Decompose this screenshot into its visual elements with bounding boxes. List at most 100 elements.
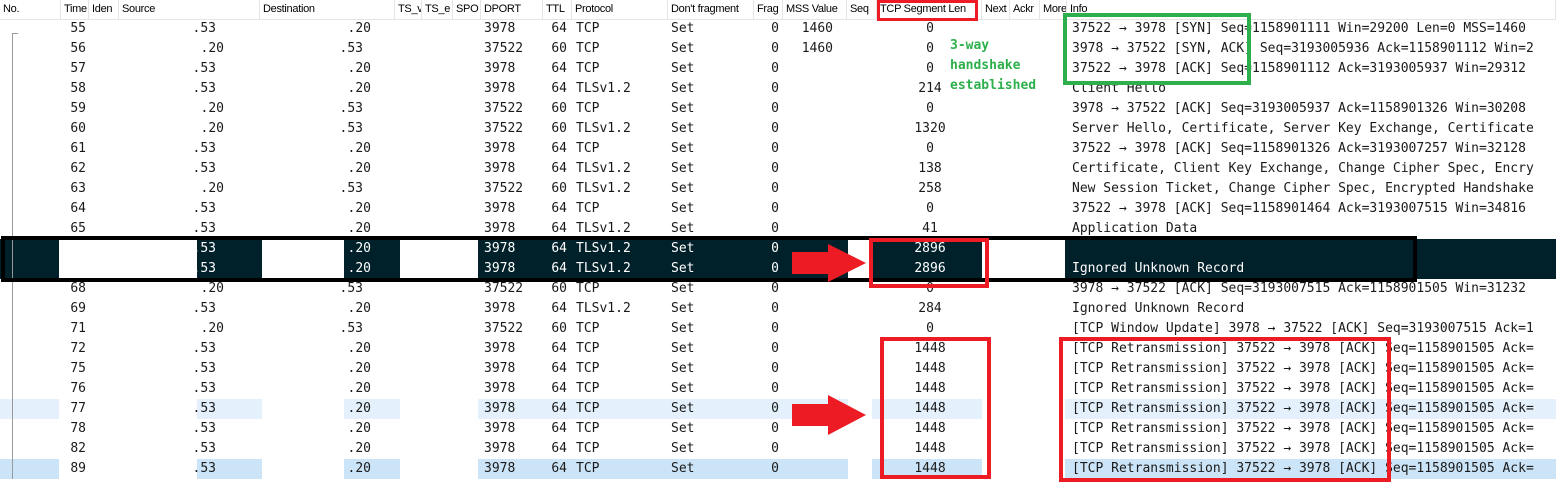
redacted-area [982,399,1065,419]
cell-proto: TCP [576,461,600,476]
cell-proto: TCP [576,21,600,36]
cell-dst: .20 [347,301,371,316]
packet-row[interactable]: 59 .20 .53 37522 60 TCP Set 0 0 3978 → 37522 [ACK… [0,99,1556,119]
cell-no: 76 [70,381,86,396]
cell-len: 0 [926,201,934,216]
cell-proto: TCP [576,41,600,56]
packet-row[interactable]: 71 .20 .53 37522 60 TCP Set 0 0 [TCP Window Updat… [0,319,1556,339]
cell-frag: 0 [771,61,779,76]
cell-dst: .20 [347,441,371,456]
cell-ttl: 64 [551,421,567,436]
packet-row[interactable]: 69 .53 .20 3978 64 TLSv1.2 Set 0 284 Ignored Unkn… [0,299,1556,319]
sort-indicator-icon[interactable]: ^ [27,0,32,6]
column-header-frag[interactable]: Frag [754,0,783,19]
packet-row[interactable]: 60 .20 .53 37522 60 TLSv1.2 Set 0 1320 Server Hel… [0,119,1556,139]
cell-df: Set [671,201,695,216]
cell-df: Set [671,141,695,156]
column-header-dport[interactable]: DPORT [481,0,543,19]
column-header-ackr[interactable]: Ackr [1010,0,1040,19]
cell-info: Ignored Unknown Record [1072,301,1245,316]
cell-dport: 3978 [484,381,516,396]
cell-src: .53 [192,201,216,216]
cell-proto: TLSv1.2 [576,121,631,136]
cell-df: Set [671,21,695,36]
cell-dport: 37522 [484,41,524,56]
cell-dst: .20 [347,161,371,176]
cell-src: .53 [192,381,216,396]
column-header-next[interactable]: Next [982,0,1010,19]
cell-ttl: 64 [551,161,567,176]
cell-no: 82 [70,441,86,456]
packet-row[interactable]: 64 .53 .20 3978 64 TCP Set 0 0 37522 → 3978 [ACK]… [0,199,1556,219]
column-header-time[interactable]: Time [61,0,89,19]
redacted-area [262,459,344,479]
cell-dst: .20 [347,381,371,396]
cell-ttl: 60 [551,321,567,336]
column-header-mss-value[interactable]: MSS Value [783,0,847,19]
cell-dst: .53 [339,181,363,196]
column-header-spo[interactable]: SPO [453,0,481,19]
cell-src: .53 [192,461,216,476]
cell-dst: .53 [339,281,363,296]
cell-df: Set [671,421,695,436]
cell-no: 62 [70,161,86,176]
cell-no: 68 [70,281,86,296]
redacted-area [262,399,344,419]
cell-ttl: 64 [551,61,567,76]
packet-row[interactable]: 61 .53 .20 3978 64 TCP Set 0 0 37522 → 3978 [ACK]… [0,139,1556,159]
cell-df: Set [671,301,695,316]
column-header-don-t-fragment[interactable]: Don't fragment [668,0,754,19]
cell-src: .20 [200,101,224,116]
cell-info: 37522 → 3978 [ACK] Seq=1158901326 Ack=31… [1072,141,1526,156]
cell-src: .53 [192,21,216,36]
cell-dport: 3978 [484,61,516,76]
conversation-tree-start [12,33,18,34]
cell-dst: .53 [339,121,363,136]
cell-no: 71 [70,321,86,336]
cell-ttl: 60 [551,281,567,296]
column-header-protocol[interactable]: Protocol [572,0,668,19]
cell-dst: .20 [347,361,371,376]
cell-ttl: 64 [551,301,567,316]
cell-no: 69 [70,301,86,316]
cell-dport: 3978 [484,461,516,476]
cell-dst: .20 [347,81,371,96]
cell-dport: 3978 [484,81,516,96]
column-header-seq[interactable]: Seq [847,0,877,19]
cell-mss: 1460 [801,21,833,36]
cell-ttl: 60 [551,41,567,56]
packet-row[interactable]: 63 .20 .53 37522 60 TLSv1.2 Set 0 258 New Session… [0,179,1556,199]
column-header-source[interactable]: Source [119,0,260,19]
red-arrow-icon [792,395,866,435]
cell-src: .53 [192,161,216,176]
packet-row[interactable]: 56.20.53 37522 60 TCP Set 0 1460 0 3978 → 37522 … [0,39,1556,59]
column-header-destination[interactable]: Destination [260,0,395,19]
redacted-area [848,459,872,479]
column-header-iden[interactable]: Iden [89,0,119,19]
cell-proto: TCP [576,441,600,456]
column-header-ts-v[interactable]: TS_v [395,0,422,19]
cell-df: Set [671,461,695,476]
column-header-ts-e[interactable]: TS_e [422,0,453,19]
cell-df: Set [671,61,695,76]
cell-dport: 3978 [484,421,516,436]
cell-frag: 0 [771,461,779,476]
cell-proto: TCP [576,341,600,356]
cell-src: .20 [200,41,224,56]
cell-dst: .20 [347,421,371,436]
cell-ttl: 64 [551,401,567,416]
packet-row[interactable]: 58.53.20 3978 64 TLSv1.2 Set 0 214 Client Hello [0,79,1556,99]
cell-ttl: 64 [551,361,567,376]
cell-src: .20 [200,321,224,336]
cell-dst: .20 [347,201,371,216]
packet-row[interactable]: 62 .53 .20 3978 64 TLSv1.2 Set 0 138 Certificate,… [0,159,1556,179]
cell-dst: .53 [339,41,363,56]
packet-row[interactable]: 55.53.20 3978 64 TCP Set 0 1460 0 37522 → 3978 [… [0,19,1556,39]
cell-src: .20 [200,121,224,136]
packet-row[interactable]: 57.53.20 3978 64 TCP Set 0 0 37522 → 3978 [ACK]… [0,59,1556,79]
cell-dport: 3978 [484,341,516,356]
cell-proto: TLSv1.2 [576,301,631,316]
column-header-ttl[interactable]: TTL [543,0,572,19]
packet-row[interactable]: 68.20.53 37522 60 TCP Set 0 0 3978 → 37522 [ACK… [0,279,1556,299]
cell-proto: TCP [576,141,600,156]
